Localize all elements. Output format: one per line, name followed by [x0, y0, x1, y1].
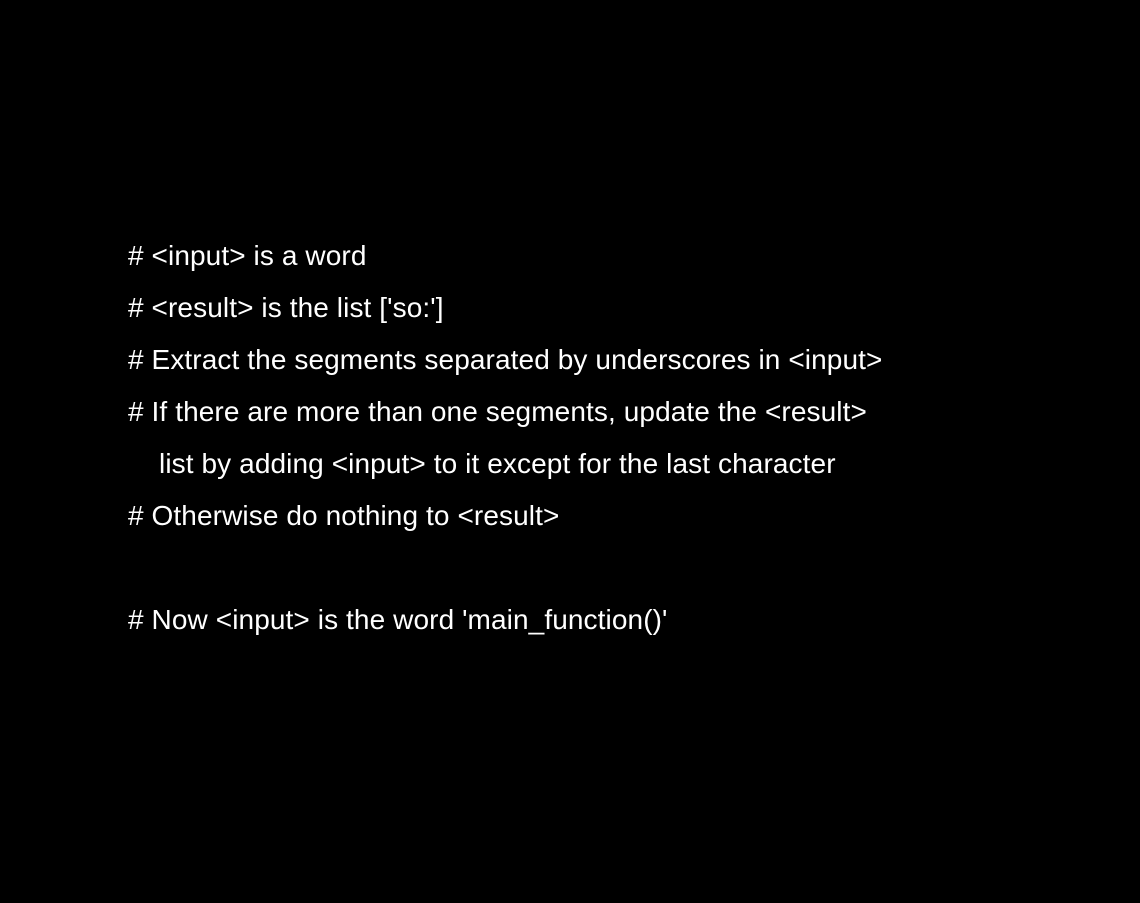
comment-line-current-input: # Now <input> is the word 'main_function… [128, 604, 668, 635]
comment-line-result-definition: # <result> is the list ['so:'] [128, 292, 444, 323]
comment-line-update-continuation: list by adding <input> to it except for … [159, 448, 836, 479]
comment-line-otherwise: # Otherwise do nothing to <result> [128, 500, 560, 531]
comment-line-input-definition: # <input> is a word [128, 240, 367, 271]
comment-line-extract-segments: # Extract the segments separated by unde… [128, 344, 883, 375]
comment-line-update-condition: # If there are more than one segments, u… [128, 396, 867, 427]
instruction-text-block: # <input> is a word # <result> is the li… [128, 230, 1118, 646]
